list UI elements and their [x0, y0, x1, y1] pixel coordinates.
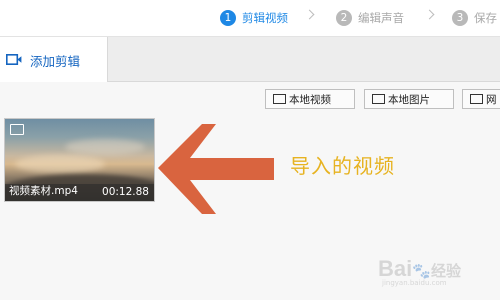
button-label: 本地视频 [289, 93, 331, 106]
cloud-decoration [15, 155, 105, 173]
local-video-button[interactable]: 本地视频 [265, 89, 355, 109]
annotation-text: 导入的视频 [290, 154, 395, 178]
step-label: 编辑声音 [358, 11, 404, 25]
cloud-decoration [65, 139, 145, 155]
video-icon [10, 124, 24, 135]
tab-label: 添加剪辑 [30, 54, 81, 69]
web-button[interactable]: 网 [462, 89, 500, 109]
step-1-edit-video[interactable]: 1 剪辑视频 [220, 9, 288, 27]
button-label: 网 [486, 93, 497, 106]
step-number: 1 [220, 10, 236, 26]
step-2-edit-audio[interactable]: 2 编辑声音 [336, 9, 404, 27]
watermark-url: jingyan.baidu.com [382, 279, 447, 287]
chevron-right-icon [424, 9, 435, 20]
globe-icon [470, 94, 483, 104]
step-label: 保存 [474, 11, 497, 25]
left-arrow-annotation [158, 124, 274, 214]
step-label: 剪辑视频 [242, 11, 288, 25]
chevron-right-icon [304, 9, 315, 20]
step-bar: 1 剪辑视频 2 编辑声音 3 保存 [0, 0, 500, 37]
film-icon [273, 94, 286, 104]
clip-thumbnail[interactable]: 视频素材.mp4 00:12.88 [4, 118, 155, 202]
tab-strip: 添加剪辑 [0, 37, 500, 82]
button-label: 本地图片 [388, 93, 430, 106]
clip-filename: 视频素材.mp4 [9, 185, 78, 197]
step-3-save[interactable]: 3 保存 [452, 9, 497, 27]
baidu-watermark: Bai🐾经验 jingyan.baidu.com [378, 254, 496, 288]
video-camera-icon [6, 54, 22, 65]
tab-add-clip[interactable]: 添加剪辑 [0, 37, 108, 82]
local-image-button[interactable]: 本地图片 [364, 89, 454, 109]
step-number: 2 [336, 10, 352, 26]
clip-duration: 00:12.88 [102, 186, 149, 198]
step-number: 3 [452, 10, 468, 26]
image-icon [372, 94, 385, 104]
